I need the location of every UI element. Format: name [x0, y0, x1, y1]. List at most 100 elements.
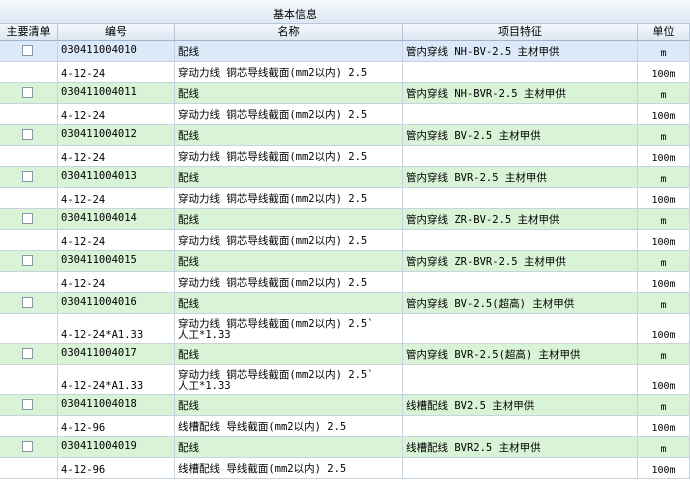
- bill-list-row[interactable]: 030411004015 配线 管内穿线 ZR-BVR-2.5 主材甲供 m: [0, 251, 690, 272]
- code-cell[interactable]: 4-12-24换: [58, 104, 175, 124]
- code-cell[interactable]: 4-12-24*A1.33换✓: [58, 365, 175, 394]
- code-cell[interactable]: 030411004011: [58, 83, 175, 103]
- feature-cell[interactable]: [403, 314, 638, 343]
- name-cell[interactable]: 配线: [175, 395, 403, 415]
- name-cell[interactable]: 穿动力线 铜芯导线截面(mm2以内) 2.5` 人工*1.33: [175, 365, 403, 394]
- unit-cell[interactable]: 100m: [638, 416, 690, 436]
- name-cell[interactable]: 配线: [175, 344, 403, 364]
- code-cell[interactable]: 030411004016: [58, 293, 175, 313]
- feature-cell[interactable]: [403, 230, 638, 250]
- unit-cell[interactable]: m: [638, 344, 690, 364]
- feature-cell[interactable]: [403, 62, 638, 82]
- unit-cell[interactable]: m: [638, 395, 690, 415]
- main-list-checkbox[interactable]: [22, 255, 33, 266]
- name-cell[interactable]: 配线: [175, 251, 403, 271]
- unit-cell[interactable]: 100m: [638, 365, 690, 394]
- main-list-checkbox[interactable]: [22, 213, 33, 224]
- code-cell[interactable]: 030411004017: [58, 344, 175, 364]
- feature-cell[interactable]: 管内穿线 BVR-2.5(超高) 主材甲供: [403, 344, 638, 364]
- code-cell[interactable]: 030411004015: [58, 251, 175, 271]
- unit-cell[interactable]: 100m: [638, 62, 690, 82]
- feature-cell[interactable]: 管内穿线 NH-BV-2.5 主材甲供: [403, 41, 638, 61]
- column-header-unit[interactable]: 单位: [638, 24, 690, 40]
- quota-row[interactable]: 4-12-24换穿动力线 铜芯导线截面(mm2以内) 2.5 100m: [0, 146, 690, 167]
- feature-cell[interactable]: 管内穿线 BV-2.5(超高) 主材甲供: [403, 293, 638, 313]
- code-cell[interactable]: 4-12-24*A1.33换✓: [58, 314, 175, 343]
- code-cell[interactable]: 4-12-96换: [58, 416, 175, 436]
- main-list-checkbox[interactable]: [22, 45, 33, 56]
- quota-row[interactable]: 4-12-24*A1.33换✓穿动力线 铜芯导线截面(mm2以内) 2.5`人工…: [0, 365, 690, 395]
- name-cell[interactable]: 穿动力线 铜芯导线截面(mm2以内) 2.5: [175, 272, 403, 292]
- unit-cell[interactable]: m: [638, 293, 690, 313]
- bill-list-row[interactable]: 030411004010 配线 管内穿线 NH-BV-2.5 主材甲供 m: [0, 41, 690, 62]
- unit-cell[interactable]: 100m: [638, 230, 690, 250]
- feature-cell[interactable]: 管内穿线 ZR-BV-2.5 主材甲供: [403, 209, 638, 229]
- unit-cell[interactable]: m: [638, 437, 690, 457]
- quota-row[interactable]: 4-12-24*A1.33换✓穿动力线 铜芯导线截面(mm2以内) 2.5`人工…: [0, 314, 690, 344]
- column-header-code[interactable]: 编号: [58, 24, 175, 40]
- unit-cell[interactable]: 100m: [638, 188, 690, 208]
- feature-cell[interactable]: [403, 365, 638, 394]
- code-cell[interactable]: 4-12-96换: [58, 458, 175, 478]
- feature-cell[interactable]: 管内穿线 NH-BVR-2.5 主材甲供: [403, 83, 638, 103]
- bill-list-row[interactable]: 030411004019 配线 线槽配线 BVR2.5 主材甲供 m: [0, 437, 690, 458]
- bill-list-row[interactable]: 030411004012 配线 管内穿线 BV-2.5 主材甲供 m: [0, 125, 690, 146]
- main-list-checkbox[interactable]: [22, 441, 33, 452]
- unit-cell[interactable]: m: [638, 167, 690, 187]
- unit-cell[interactable]: m: [638, 125, 690, 145]
- name-cell[interactable]: 配线: [175, 437, 403, 457]
- feature-cell[interactable]: 管内穿线 BV-2.5 主材甲供: [403, 125, 638, 145]
- code-cell[interactable]: 030411004010: [58, 41, 175, 61]
- code-cell[interactable]: 4-12-24换: [58, 62, 175, 82]
- main-list-checkbox[interactable]: [22, 171, 33, 182]
- name-cell[interactable]: 线槽配线 导线截面(mm2以内) 2.5: [175, 416, 403, 436]
- feature-cell[interactable]: 线槽配线 BV2.5 主材甲供: [403, 395, 638, 415]
- name-cell[interactable]: 配线: [175, 293, 403, 313]
- bill-list-row[interactable]: 030411004013 配线 管内穿线 BVR-2.5 主材甲供 m: [0, 167, 690, 188]
- feature-cell[interactable]: [403, 188, 638, 208]
- quota-row[interactable]: 4-12-96换线槽配线 导线截面(mm2以内) 2.5 100m: [0, 416, 690, 437]
- unit-cell[interactable]: 100m: [638, 314, 690, 343]
- name-cell[interactable]: 线槽配线 导线截面(mm2以内) 2.5: [175, 458, 403, 478]
- feature-cell[interactable]: [403, 104, 638, 124]
- feature-cell[interactable]: [403, 146, 638, 166]
- feature-cell[interactable]: 线槽配线 BVR2.5 主材甲供: [403, 437, 638, 457]
- code-cell[interactable]: 4-12-24换: [58, 230, 175, 250]
- column-header-feature[interactable]: 项目特征: [403, 24, 638, 40]
- unit-cell[interactable]: m: [638, 209, 690, 229]
- bill-list-row[interactable]: 030411004018 配线 线槽配线 BV2.5 主材甲供 m: [0, 395, 690, 416]
- name-cell[interactable]: 配线: [175, 41, 403, 61]
- quota-row[interactable]: 4-12-24换穿动力线 铜芯导线截面(mm2以内) 2.5 100m: [0, 230, 690, 251]
- unit-cell[interactable]: 100m: [638, 146, 690, 166]
- name-cell[interactable]: 穿动力线 铜芯导线截面(mm2以内) 2.5: [175, 104, 403, 124]
- unit-cell[interactable]: 100m: [638, 272, 690, 292]
- column-header-main-list[interactable]: 主要清单: [0, 24, 58, 40]
- main-list-checkbox[interactable]: [22, 129, 33, 140]
- code-cell[interactable]: 4-12-24换: [58, 146, 175, 166]
- code-cell[interactable]: 4-12-24换: [58, 188, 175, 208]
- bill-list-row[interactable]: 030411004011 配线 管内穿线 NH-BVR-2.5 主材甲供 m: [0, 83, 690, 104]
- feature-cell[interactable]: [403, 416, 638, 436]
- main-list-checkbox[interactable]: [22, 297, 33, 308]
- code-cell[interactable]: 030411004013: [58, 167, 175, 187]
- code-cell[interactable]: 030411004012: [58, 125, 175, 145]
- unit-cell[interactable]: 100m: [638, 104, 690, 124]
- feature-cell[interactable]: 管内穿线 BVR-2.5 主材甲供: [403, 167, 638, 187]
- name-cell[interactable]: 穿动力线 铜芯导线截面(mm2以内) 2.5: [175, 230, 403, 250]
- name-cell[interactable]: 配线: [175, 125, 403, 145]
- feature-cell[interactable]: [403, 458, 638, 478]
- unit-cell[interactable]: 100m: [638, 458, 690, 478]
- code-cell[interactable]: 4-12-24换: [58, 272, 175, 292]
- quota-row[interactable]: 4-12-24换穿动力线 铜芯导线截面(mm2以内) 2.5 100m: [0, 62, 690, 83]
- quota-row[interactable]: 4-12-24换穿动力线 铜芯导线截面(mm2以内) 2.5 100m: [0, 188, 690, 209]
- quota-row[interactable]: 4-12-24换穿动力线 铜芯导线截面(mm2以内) 2.5 100m: [0, 104, 690, 125]
- code-cell[interactable]: 030411004014: [58, 209, 175, 229]
- feature-cell[interactable]: [403, 272, 638, 292]
- bill-list-row[interactable]: 030411004016 配线 管内穿线 BV-2.5(超高) 主材甲供 m: [0, 293, 690, 314]
- quota-row[interactable]: 4-12-24换穿动力线 铜芯导线截面(mm2以内) 2.5 100m: [0, 272, 690, 293]
- code-cell[interactable]: 030411004018: [58, 395, 175, 415]
- name-cell[interactable]: 配线: [175, 209, 403, 229]
- feature-cell[interactable]: 管内穿线 ZR-BVR-2.5 主材甲供: [403, 251, 638, 271]
- name-cell[interactable]: 配线: [175, 167, 403, 187]
- main-list-checkbox[interactable]: [22, 399, 33, 410]
